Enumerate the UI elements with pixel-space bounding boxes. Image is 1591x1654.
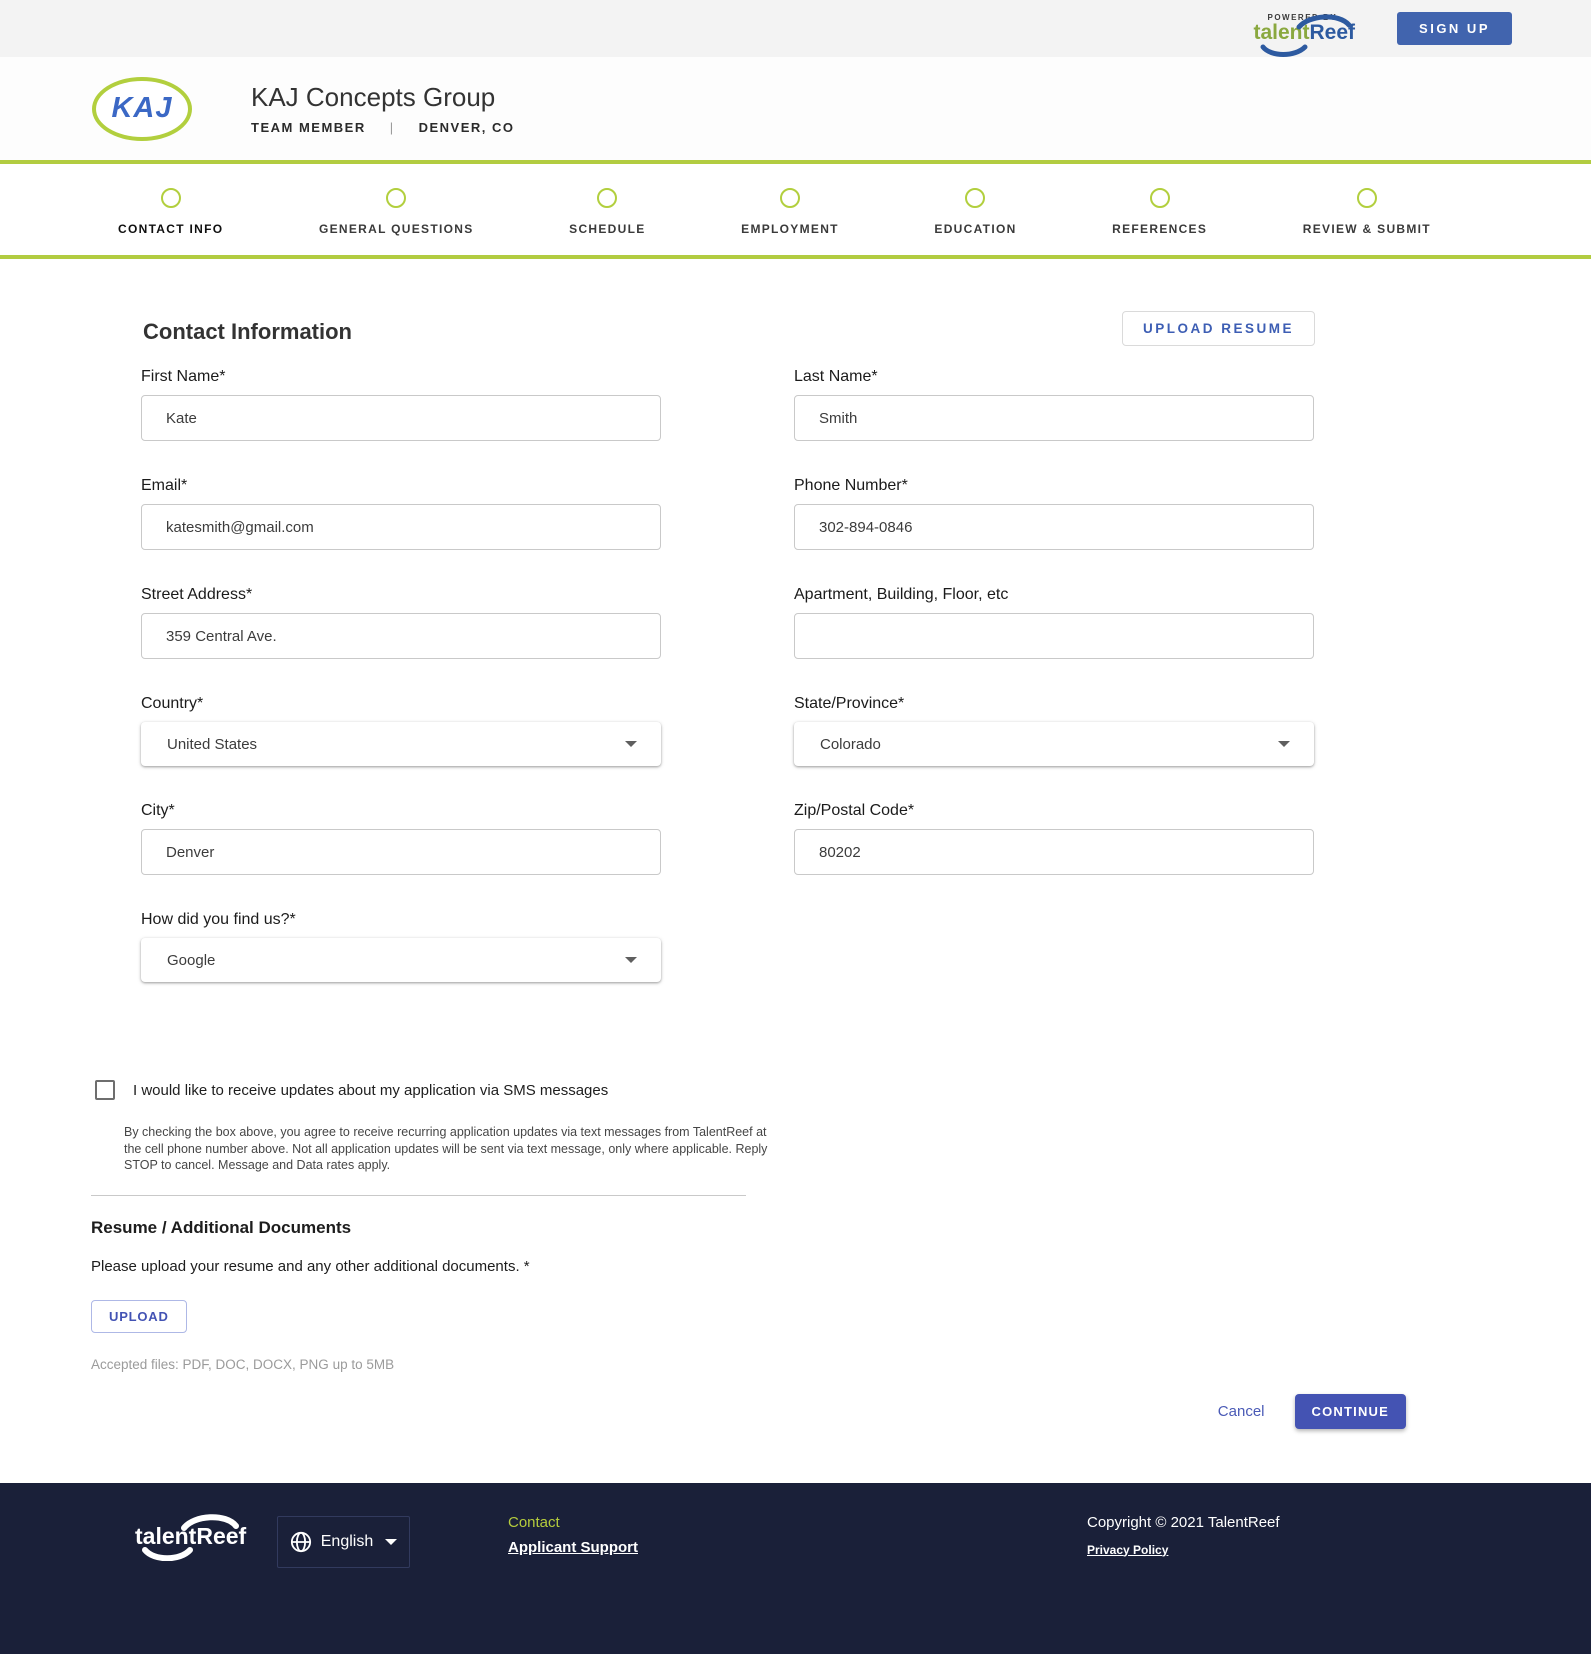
upload-button[interactable]: UPLOAD — [91, 1300, 187, 1333]
field-first-name: First Name* — [141, 368, 661, 441]
field-phone: Phone Number* — [794, 477, 1314, 550]
cancel-button[interactable]: Cancel — [1218, 1403, 1265, 1420]
step-label: REVIEW & SUBMIT — [1303, 222, 1431, 236]
footer-swoosh-icon — [128, 1513, 248, 1561]
sms-checkbox[interactable] — [95, 1080, 115, 1100]
stepper-step-references[interactable]: REFERENCES — [1112, 188, 1207, 236]
last-name-input[interactable] — [794, 395, 1314, 441]
resume-section-title: Resume / Additional Documents — [91, 1218, 1591, 1238]
section-divider — [91, 1195, 746, 1196]
sign-up-button[interactable]: SIGN UP — [1397, 12, 1512, 45]
step-circle-icon — [386, 188, 406, 208]
step-circle-icon — [780, 188, 800, 208]
company-header: KAJ KAJ Concepts Group TEAM MEMBER | DEN… — [0, 57, 1591, 160]
source-select[interactable]: Google — [141, 938, 661, 982]
applicant-support-link[interactable]: Applicant Support — [508, 1539, 638, 1556]
email-input[interactable] — [141, 504, 661, 550]
field-apartment: Apartment, Building, Floor, etc — [794, 586, 1314, 659]
company-logo: KAJ — [92, 77, 192, 141]
location-label: DENVER, CO — [419, 120, 515, 135]
city-input[interactable] — [141, 829, 661, 875]
field-country: Country* United States — [141, 695, 661, 766]
field-email: Email* — [141, 477, 661, 550]
stepper-step-review-submit[interactable]: REVIEW & SUBMIT — [1303, 188, 1431, 236]
language-value: English — [321, 1533, 373, 1551]
step-circle-icon — [1357, 188, 1377, 208]
page-title: Contact Information — [143, 319, 352, 345]
step-circle-icon — [1150, 188, 1170, 208]
last-name-label: Last Name* — [794, 368, 1314, 386]
state-select-value: Colorado — [820, 736, 881, 753]
field-state: State/Province* Colorado — [794, 695, 1314, 766]
zip-label: Zip/Postal Code* — [794, 802, 1314, 820]
state-select[interactable]: Colorado — [794, 722, 1314, 766]
source-label: How did you find us?* — [141, 911, 661, 929]
field-last-name: Last Name* — [794, 368, 1314, 441]
field-how-did-you-find-us: How did you find us?* Google — [141, 911, 661, 982]
upload-resume-button[interactable]: UPLOAD RESUME — [1122, 311, 1315, 346]
source-select-value: Google — [167, 952, 215, 969]
company-logo-text: KAJ — [111, 92, 172, 125]
stepper-step-schedule[interactable]: SCHEDULE — [569, 188, 645, 236]
field-city: City* — [141, 802, 661, 875]
progress-stepper: CONTACT INFO GENERAL QUESTIONS SCHEDULE … — [0, 164, 1591, 255]
phone-input[interactable] — [794, 504, 1314, 550]
step-label: SCHEDULE — [569, 222, 645, 236]
street-address-input[interactable] — [141, 613, 661, 659]
apartment-label: Apartment, Building, Floor, etc — [794, 586, 1314, 604]
footer-talentreef-logo: talentReef — [135, 1523, 246, 1550]
powered-by-block: POWERED BY talentReef — [1253, 13, 1355, 44]
resume-instruction: Please upload your resume and any other … — [91, 1258, 1591, 1275]
accepted-files-note: Accepted files: PDF, DOC, DOCX, PNG up t… — [91, 1357, 1591, 1372]
position-title: TEAM MEMBER — [251, 120, 366, 135]
phone-label: Phone Number* — [794, 477, 1314, 495]
step-label: EMPLOYMENT — [741, 222, 839, 236]
chevron-down-icon — [1278, 741, 1290, 747]
state-label: State/Province* — [794, 695, 1314, 713]
globe-icon — [290, 1531, 312, 1553]
field-zip: Zip/Postal Code* — [794, 802, 1314, 875]
first-name-input[interactable] — [141, 395, 661, 441]
contact-heading: Contact — [508, 1514, 638, 1531]
chevron-down-icon — [625, 741, 637, 747]
step-label: CONTACT INFO — [118, 222, 223, 236]
main-content: Contact Information UPLOAD RESUME First … — [0, 259, 1591, 1483]
header-separator: | — [390, 120, 395, 135]
step-circle-icon — [597, 188, 617, 208]
step-circle-icon — [965, 188, 985, 208]
stepper-step-employment[interactable]: EMPLOYMENT — [741, 188, 839, 236]
step-circle-icon — [161, 188, 181, 208]
sms-opt-in-row: I would like to receive updates about my… — [95, 1080, 1591, 1100]
top-bar: POWERED BY talentReef SIGN UP — [0, 0, 1591, 57]
field-street-address: Street Address* — [141, 586, 661, 659]
country-select-value: United States — [167, 736, 257, 753]
stepper-step-contact-info[interactable]: CONTACT INFO — [118, 188, 223, 236]
sms-disclaimer: By checking the box above, you agree to … — [124, 1124, 776, 1174]
chevron-down-icon — [385, 1539, 397, 1545]
contact-form: First Name* Last Name* Email* Phone Numb… — [141, 368, 1591, 1018]
language-selector[interactable]: English — [277, 1516, 410, 1568]
sms-checkbox-label: I would like to receive updates about my… — [133, 1082, 608, 1099]
step-label: GENERAL QUESTIONS — [319, 222, 474, 236]
step-label: REFERENCES — [1112, 222, 1207, 236]
first-name-label: First Name* — [141, 368, 661, 386]
company-name: KAJ Concepts Group — [251, 82, 515, 113]
zip-input[interactable] — [794, 829, 1314, 875]
street-address-label: Street Address* — [141, 586, 661, 604]
continue-button[interactable]: CONTINUE — [1295, 1394, 1407, 1429]
talentreef-logo: talentReef — [1253, 22, 1355, 43]
form-actions: Cancel CONTINUE — [91, 1394, 1406, 1483]
email-label: Email* — [141, 477, 661, 495]
footer: talentReef English Contact Applicant Sup… — [0, 1483, 1591, 1654]
step-label: EDUCATION — [934, 222, 1016, 236]
chevron-down-icon — [625, 957, 637, 963]
copyright-text: Copyright © 2021 TalentReef — [1087, 1514, 1280, 1531]
country-select[interactable]: United States — [141, 722, 661, 766]
apartment-input[interactable] — [794, 613, 1314, 659]
city-label: City* — [141, 802, 661, 820]
stepper-step-education[interactable]: EDUCATION — [934, 188, 1016, 236]
privacy-policy-link[interactable]: Privacy Policy — [1087, 1543, 1168, 1557]
stepper-step-general-questions[interactable]: GENERAL QUESTIONS — [319, 188, 474, 236]
country-label: Country* — [141, 695, 661, 713]
